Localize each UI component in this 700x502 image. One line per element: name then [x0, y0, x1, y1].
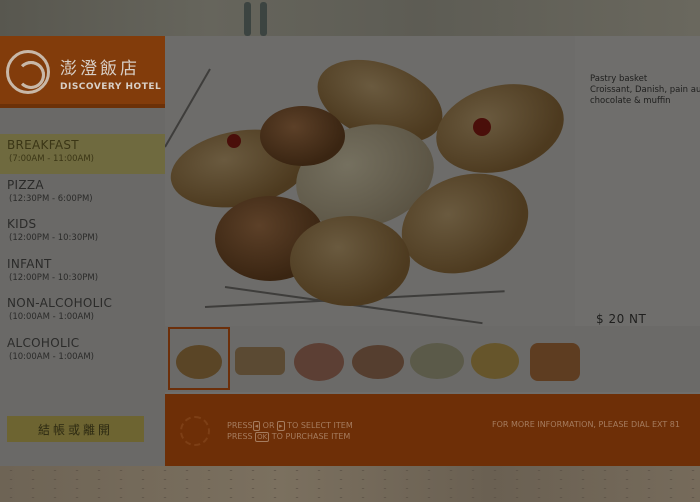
menu-item-name: PIZZA	[7, 177, 44, 192]
hotel-logo: 澎澄飯店 DISCOVERY HOTEL	[0, 36, 165, 108]
menu-item-alcoholic[interactable]: ALCOHOLIC (10:00AM - 1:00AM)	[0, 332, 165, 372]
item-name: Pastry basket	[590, 74, 648, 84]
beach-background-bottom	[0, 466, 700, 502]
left-arrow-key-icon: ◂	[252, 421, 261, 431]
help-text: TO SELECT ITEM	[287, 421, 353, 430]
person-silhouette	[240, 0, 276, 36]
menu-item-hours: (10:00AM - 1:00AM)	[9, 312, 94, 322]
help-text: PRESS	[227, 432, 253, 441]
sidebar: 澎澄飯店 DISCOVERY HOTEL BREAKFAST (7:00AM -…	[0, 36, 165, 466]
help-text: PRESS	[227, 421, 253, 430]
menu-item-hours: (10:00AM - 1:00AM)	[9, 351, 94, 362]
help-instructions: PRESS ◂ OR ▸ TO SELECT ITEM PRESS OK TO P…	[227, 420, 353, 442]
menu-item-infant[interactable]: INFANT (12:00PM - 10:30PM)	[0, 253, 165, 293]
thumbnail-pastry-basket[interactable]	[168, 327, 230, 390]
menu-item-hours: (12:00PM - 10:30PM)	[9, 272, 99, 283]
item-price: $ 20 NT	[596, 312, 647, 326]
thumbnail-waffle-set[interactable]	[526, 329, 584, 388]
menu-item-pizza[interactable]: PIZZA (12:30PM - 6:00PM)	[0, 174, 165, 214]
menu-item-name: NON-ALCOHOLIC	[7, 296, 113, 310]
contact-info: FOR MORE INFORMATION, PLEASE DIAL EXT 81	[491, 420, 680, 429]
menu-item-kids[interactable]: KIDS (12:00PM - 10:30PM)	[0, 213, 165, 253]
menu-item-name: BREAKFAST	[7, 138, 79, 152]
item-description: Croissant, Danish, pain au chocolate & m…	[590, 85, 700, 106]
menu-item-name: INFANT	[7, 256, 52, 271]
menu-item-non-alcoholic[interactable]: NON-ALCOHOLIC (10:00AM - 1:00AM)	[0, 292, 165, 332]
item-photo	[165, 36, 575, 326]
menu-item-hours: (7:00AM - 11:00AM)	[9, 154, 94, 164]
thumbnail-cold-cuts[interactable]	[290, 329, 348, 388]
ok-key-icon: OK	[255, 432, 270, 442]
thumbnail-strip	[165, 326, 700, 392]
beach-background-top	[0, 0, 700, 36]
menu-window: 澎澄飯店 DISCOVERY HOTEL BREAKFAST (7:00AM -…	[0, 36, 700, 466]
remote-control-icon	[180, 416, 210, 446]
thumbnail-bread-sticks[interactable]	[231, 329, 289, 388]
hotel-name-en: DISCOVERY HOTEL	[60, 82, 162, 92]
menu-item-breakfast[interactable]: BREAKFAST (7:00AM - 11:00AM)	[0, 134, 165, 174]
help-bar: PRESS ◂ OR ▸ TO SELECT ITEM PRESS OK TO P…	[165, 394, 700, 466]
thumbnail-salad-plate[interactable]	[349, 329, 407, 388]
menu-item-hours: (12:00PM - 10:30PM)	[9, 233, 99, 243]
right-arrow-key-icon: ▸	[277, 421, 285, 431]
help-text: TO PURCHASE ITEM	[271, 432, 351, 441]
hotel-emblem-icon	[6, 50, 50, 94]
category-menu: BREAKFAST (7:00AM - 11:00AM) PIZZA (12:3…	[0, 134, 165, 371]
thumbnail-wrap[interactable]	[408, 329, 466, 388]
checkout-exit-button[interactable]: 結帳或離開	[7, 416, 144, 442]
menu-item-name: KIDS	[7, 217, 37, 231]
hotel-name-cn: 澎澄飯店	[60, 59, 140, 79]
item-info-panel: Pastry basket Croissant, Danish, pain au…	[575, 36, 700, 326]
menu-item-name: ALCOHOLIC	[7, 335, 80, 350]
help-text: OR	[262, 421, 275, 430]
menu-item-hours: (12:30PM - 6:00PM)	[9, 193, 93, 204]
thumbnail-fruit-plate[interactable]	[467, 329, 525, 388]
